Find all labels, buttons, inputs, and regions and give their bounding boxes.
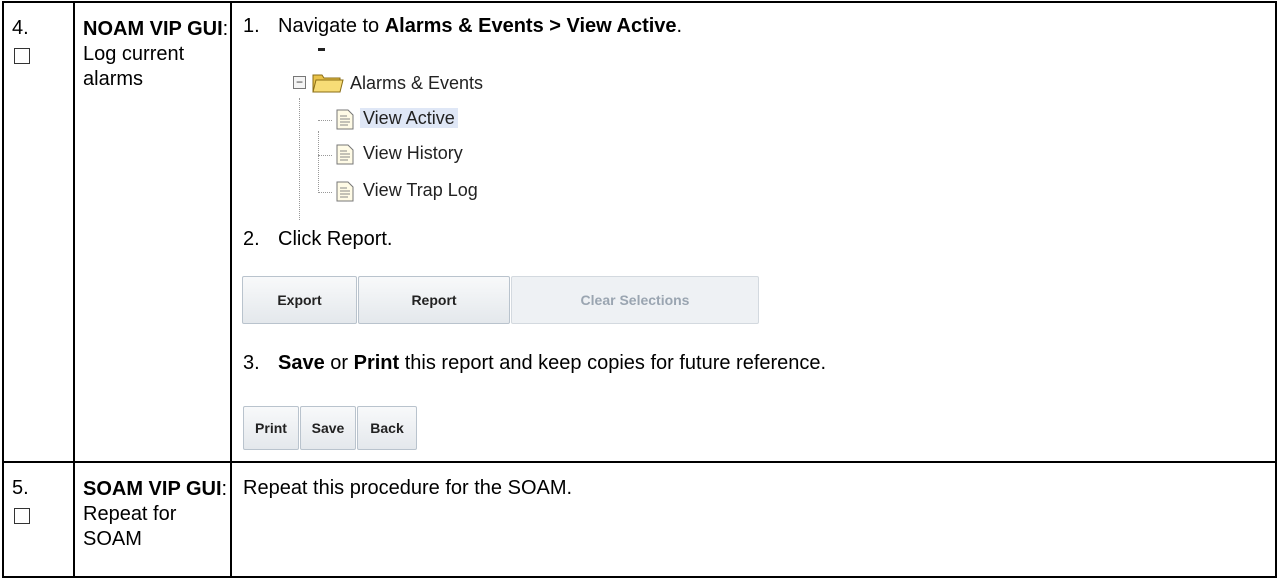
substep-number: 3. <box>243 352 260 374</box>
step-title: NOAM VIP GUI: Log current alarms <box>75 3 230 92</box>
step-title-cell: SOAM VIP GUI: Repeat for SOAM <box>73 461 232 578</box>
tree-branch <box>318 120 332 121</box>
tree-folder-label[interactable]: Alarms & Events <box>350 73 483 94</box>
step-title-rest: Log current alarms <box>83 43 185 90</box>
step-5-text: Repeat this procedure for the SOAM. <box>243 477 573 499</box>
substep-1-plain: Navigate to <box>278 15 385 37</box>
step-row-5: 5. SOAM VIP GUI: Repeat for SOAM Repeat t… <box>2 461 1277 578</box>
page-icon <box>336 109 354 130</box>
collapse-icon[interactable]: − <box>293 76 306 89</box>
step-title-bold: SOAM VIP GUI <box>83 478 222 500</box>
tree-guide-line <box>299 98 300 220</box>
substep-number: 1. <box>243 15 260 37</box>
substep-1-text: Navigate to Alarms & Events > View Activ… <box>278 15 682 38</box>
tree-guide-line <box>318 131 319 193</box>
step-instructions-cell: 1. Navigate to Alarms & Events > View Ac… <box>230 1 1277 463</box>
save-button[interactable]: Save <box>300 406 356 450</box>
clear-selections-button[interactable]: Clear Selections <box>511 276 759 324</box>
substep-3-print: Print <box>353 352 400 374</box>
step-number: 4. <box>12 17 29 39</box>
substep-1-period: . <box>676 15 683 37</box>
tree-branch <box>318 155 332 156</box>
procedure-table: 4. NOAM VIP GUI: Log current alarms 1. Na… <box>2 1 1277 578</box>
step-number-cell: 4. <box>2 1 75 463</box>
page-icon <box>336 144 354 165</box>
step-title-colon: : <box>221 478 228 500</box>
tree-branch <box>318 192 332 193</box>
folder-icon <box>312 74 344 93</box>
page-icon <box>336 181 354 202</box>
step-checkbox[interactable] <box>14 508 30 524</box>
step-title-colon: : <box>222 18 229 40</box>
tree-item-view-trap-log[interactable]: View Trap Log <box>363 180 478 201</box>
step-checkbox[interactable] <box>14 48 30 64</box>
tree-item-fragment <box>318 48 325 51</box>
tree-item-view-active[interactable]: View Active <box>360 108 458 129</box>
substep-1-bold: Alarms & Events > View Active <box>384 15 677 37</box>
step-row-4: 4. NOAM VIP GUI: Log current alarms 1. Na… <box>2 1 1277 463</box>
tree-item-view-active-label: View Active <box>360 108 458 128</box>
tree-item-view-history[interactable]: View History <box>363 143 463 164</box>
substep-3-rest: this report and keep copies for future r… <box>399 352 827 374</box>
substep-number: 2. <box>243 228 260 250</box>
step-instructions-cell: Repeat this procedure for the SOAM. <box>230 461 1277 578</box>
substep-3-or: or <box>324 352 354 374</box>
substep-2-text: Click Report. <box>278 228 393 250</box>
back-button[interactable]: Back <box>357 406 417 450</box>
print-button[interactable]: Print <box>243 406 299 450</box>
step-number: 5. <box>12 477 29 499</box>
report-button[interactable]: Report <box>358 276 510 324</box>
step-title-rest: Repeat for SOAM <box>83 503 177 550</box>
substep-3-text: Save or Print this report and keep copie… <box>278 352 826 375</box>
step-number-cell: 5. <box>2 461 75 578</box>
substep-3-save: Save <box>278 352 325 374</box>
step-title-cell: NOAM VIP GUI: Log current alarms <box>73 1 232 463</box>
step-title: SOAM VIP GUI: Repeat for SOAM <box>75 463 230 552</box>
step-title-bold: NOAM VIP GUI <box>83 18 223 40</box>
export-button[interactable]: Export <box>242 276 357 324</box>
